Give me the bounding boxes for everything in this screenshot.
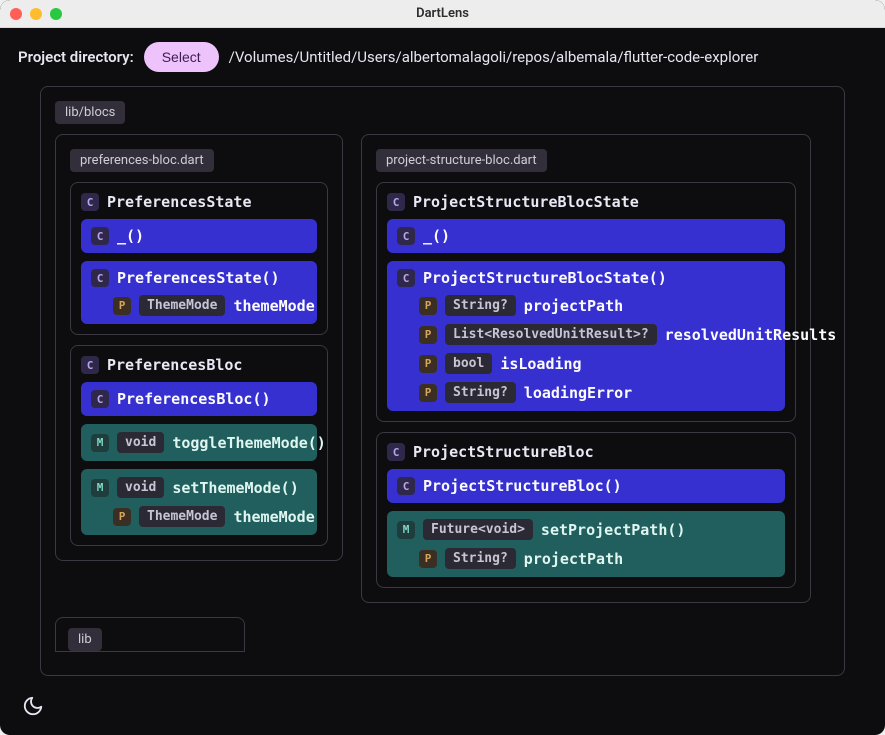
param-name: themeMode: [233, 297, 314, 315]
constructor-badge-icon: C: [397, 477, 415, 495]
param-badge-icon: P: [419, 384, 437, 402]
method-block[interactable]: M void toggleThemeMode(): [81, 424, 317, 461]
param-type: String?: [445, 295, 516, 316]
method-name: setThemeMode(): [172, 479, 298, 497]
param-badge-icon: P: [113, 297, 131, 315]
param-badge-icon: P: [419, 550, 437, 568]
constructor-badge-icon: C: [91, 269, 109, 287]
parameter-row: P ThemeMode themeMode: [91, 506, 307, 527]
method-name: setProjectPath(): [541, 521, 686, 539]
footer: [0, 677, 885, 735]
class-header[interactable]: C PreferencesBloc: [81, 356, 317, 374]
parameter-row: P String? projectPath: [397, 548, 775, 569]
constructor-name: _(): [423, 227, 450, 245]
files-row: preferences-bloc.dart C PreferencesState…: [55, 134, 830, 603]
class-badge-icon: C: [81, 356, 99, 374]
class-badge-icon: C: [387, 443, 405, 461]
file-panel: project-structure-bloc.dart C ProjectStr…: [361, 134, 811, 603]
param-name: loadingError: [524, 384, 632, 402]
class-panel: C ProjectStructureBlocState C _() C: [376, 182, 796, 422]
file-chip[interactable]: project-structure-bloc.dart: [376, 149, 547, 172]
class-badge-icon: C: [387, 193, 405, 211]
return-type: void: [117, 432, 164, 453]
select-directory-button[interactable]: Select: [144, 42, 219, 72]
window-controls: [10, 8, 62, 20]
zoom-icon[interactable]: [50, 8, 62, 20]
param-badge-icon: P: [419, 297, 437, 315]
method-badge-icon: M: [397, 521, 415, 539]
class-badge-icon: C: [81, 193, 99, 211]
folder-group: lib: [55, 617, 830, 652]
minimize-icon[interactable]: [30, 8, 42, 20]
theme-toggle-button[interactable]: [18, 691, 48, 721]
return-type: Future<void>: [423, 519, 533, 540]
constructor-name: PreferencesState(): [117, 269, 280, 287]
param-badge-icon: P: [113, 508, 131, 526]
param-type: bool: [445, 353, 492, 374]
param-type: List<ResolvedUnitResult>?: [445, 324, 657, 345]
param-badge-icon: P: [419, 355, 437, 373]
constructor-badge-icon: C: [397, 269, 415, 287]
folder-chip[interactable]: lib/blocs: [55, 101, 125, 124]
parameter-row: P ThemeMode themeMode: [91, 295, 307, 316]
constructor-badge-icon: C: [91, 390, 109, 408]
window-title: DartLens: [416, 6, 469, 21]
constructor-block[interactable]: C PreferencesBloc(): [81, 382, 317, 416]
titlebar: DartLens: [0, 0, 885, 28]
method-name: toggleThemeMode(): [172, 434, 326, 452]
constructor-name: ProjectStructureBloc(): [423, 477, 622, 495]
param-name: themeMode: [233, 508, 314, 526]
param-name: resolvedUnitResults: [665, 326, 837, 344]
class-panel: C PreferencesBloc C PreferencesBloc() M: [70, 345, 328, 546]
folder-chip[interactable]: lib: [68, 628, 102, 651]
app-window: DartLens Project directory: Select /Volu…: [0, 0, 885, 735]
class-header[interactable]: C PreferencesState: [81, 193, 317, 211]
moon-icon: [22, 695, 44, 717]
constructor-block[interactable]: C _(): [81, 219, 317, 253]
constructor-name: ProjectStructureBlocState(): [423, 269, 667, 287]
parameter-row: P String? projectPath: [397, 295, 775, 316]
parameter-row: P List<ResolvedUnitResult>? resolvedUnit…: [397, 324, 775, 345]
class-name: PreferencesBloc: [107, 356, 242, 374]
class-name: ProjectStructureBloc: [413, 443, 594, 461]
project-directory-label: Project directory:: [18, 48, 134, 66]
param-name: isLoading: [500, 355, 581, 373]
project-directory-path: /Volumes/Untitled/Users/albertomalagoli/…: [229, 48, 759, 66]
class-name: ProjectStructureBlocState: [413, 193, 639, 211]
constructor-block[interactable]: C _(): [387, 219, 785, 253]
toolbar: Project directory: Select /Volumes/Untit…: [0, 28, 885, 86]
param-type: String?: [445, 548, 516, 569]
constructor-badge-icon: C: [397, 227, 415, 245]
constructor-block[interactable]: C ProjectStructureBlocState() P String? …: [387, 261, 785, 411]
constructor-name: PreferencesBloc(): [117, 390, 271, 408]
parameter-row: P String? loadingError: [397, 382, 775, 403]
constructor-block[interactable]: C PreferencesState() P ThemeMode themeMo…: [81, 261, 317, 324]
main-area: lib/blocs preferences-bloc.dart C Prefer…: [0, 86, 885, 677]
param-name: projectPath: [524, 550, 623, 568]
param-name: projectPath: [524, 297, 623, 315]
class-name: PreferencesState: [107, 193, 252, 211]
parameter-row: P bool isLoading: [397, 353, 775, 374]
structure-canvas[interactable]: lib/blocs preferences-bloc.dart C Prefer…: [40, 86, 845, 676]
class-header[interactable]: C ProjectStructureBlocState: [387, 193, 785, 211]
constructor-name: _(): [117, 227, 144, 245]
file-panel: preferences-bloc.dart C PreferencesState…: [55, 134, 343, 561]
return-type: void: [117, 477, 164, 498]
method-block[interactable]: M void setThemeMode() P ThemeMode themeM…: [81, 469, 317, 535]
param-badge-icon: P: [419, 326, 437, 344]
class-panel: C PreferencesState C _() C: [70, 182, 328, 335]
constructor-badge-icon: C: [91, 227, 109, 245]
param-type: ThemeMode: [139, 295, 225, 316]
class-header[interactable]: C ProjectStructureBloc: [387, 443, 785, 461]
class-panel: C ProjectStructureBloc C ProjectStructur…: [376, 432, 796, 588]
constructor-block[interactable]: C ProjectStructureBloc(): [387, 469, 785, 503]
close-icon[interactable]: [10, 8, 22, 20]
file-chip[interactable]: preferences-bloc.dart: [70, 149, 214, 172]
method-block[interactable]: M Future<void> setProjectPath() P String…: [387, 511, 785, 577]
method-badge-icon: M: [91, 479, 109, 497]
param-type: String?: [445, 382, 516, 403]
method-badge-icon: M: [91, 434, 109, 452]
param-type: ThemeMode: [139, 506, 225, 527]
